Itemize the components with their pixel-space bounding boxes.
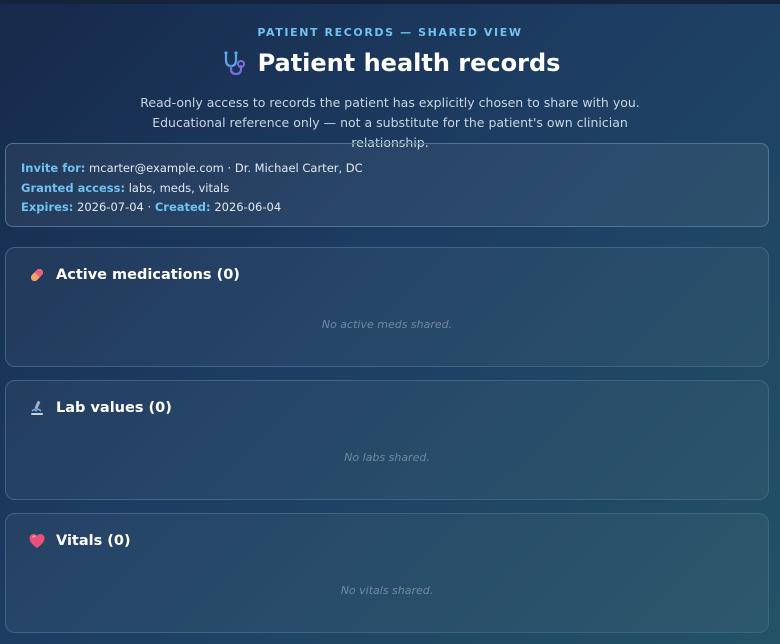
invite-label: Invite for: xyxy=(21,161,86,175)
medications-card: Active medications (0) No active meds sh… xyxy=(5,247,769,367)
created-value: 2026-06-04 xyxy=(214,200,282,214)
page-eyebrow: PATIENT RECORDS — SHARED VIEW xyxy=(257,26,523,39)
vitals-header: Vitals (0) xyxy=(28,532,131,550)
expires-value: 2026-07-04 xyxy=(77,200,144,214)
title-row: Patient health records xyxy=(0,47,780,79)
access-label: Granted access: xyxy=(21,180,126,195)
heart-icon xyxy=(28,532,46,550)
vitals-empty-state: No vitals shared. xyxy=(340,584,434,597)
expires-label: Expires: xyxy=(21,200,74,214)
medications-empty-state: No active meds shared. xyxy=(321,318,453,331)
vitals-title: Vitals (0) xyxy=(56,533,131,549)
page-header: PATIENT RECORDS — SHARED VIEW Patient he… xyxy=(0,0,780,153)
labs-empty-state: No labs shared. xyxy=(344,451,430,464)
access-row: Granted access: labs, meds, vitals xyxy=(21,179,753,199)
pill-icon xyxy=(28,266,46,284)
medications-title: Active medications (0) xyxy=(56,267,240,283)
dates-row: Expires: 2026-07-04 · Created: 2026-06-0… xyxy=(21,198,753,218)
page-title: Patient health records xyxy=(257,49,561,77)
microscope-icon xyxy=(28,399,46,417)
top-edge xyxy=(0,0,780,4)
medications-header: Active medications (0) xyxy=(28,266,240,284)
created-label: Created: xyxy=(154,200,211,214)
invite-value: mcarter@example.com · Dr. Michael Carter… xyxy=(89,161,363,175)
labs-header: Lab values (0) xyxy=(28,399,172,417)
vitals-card: Vitals (0) No vitals shared. xyxy=(5,513,769,633)
date-separator: · xyxy=(143,200,155,214)
access-value: labs, meds, vitals xyxy=(128,180,230,195)
invite-details: Invite for: mcarter@example.com · Dr. Mi… xyxy=(5,143,769,227)
labs-card: Lab values (0) No labs shared. xyxy=(5,380,769,500)
labs-title: Lab values (0) xyxy=(56,400,172,416)
invite-row: Invite for: mcarter@example.com · Dr. Mi… xyxy=(21,159,753,179)
stethoscope-icon xyxy=(220,49,248,77)
